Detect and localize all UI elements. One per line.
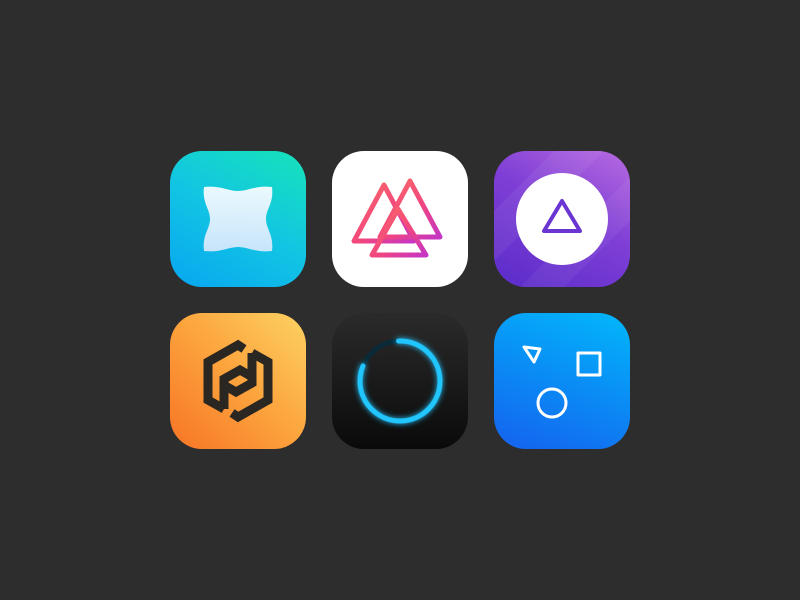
- shapes-app-icon[interactable]: [494, 313, 630, 449]
- interlocked-triangles-icon: [351, 178, 443, 258]
- hexagon-link-icon: [203, 339, 273, 423]
- four-point-star-icon: [203, 186, 273, 252]
- progress-ring-app-icon[interactable]: [332, 313, 468, 449]
- hexagon-link-app-icon[interactable]: [170, 313, 306, 449]
- star-shape-app-icon[interactable]: [170, 151, 306, 287]
- progress-ring-icon: [357, 338, 443, 424]
- app-icon-grid: [170, 151, 630, 449]
- triangles-app-icon[interactable]: [332, 151, 468, 287]
- triangle-in-circle-icon: [494, 151, 630, 287]
- shapes-icon: [522, 345, 602, 419]
- circle-triangle-app-icon[interactable]: [494, 151, 630, 287]
